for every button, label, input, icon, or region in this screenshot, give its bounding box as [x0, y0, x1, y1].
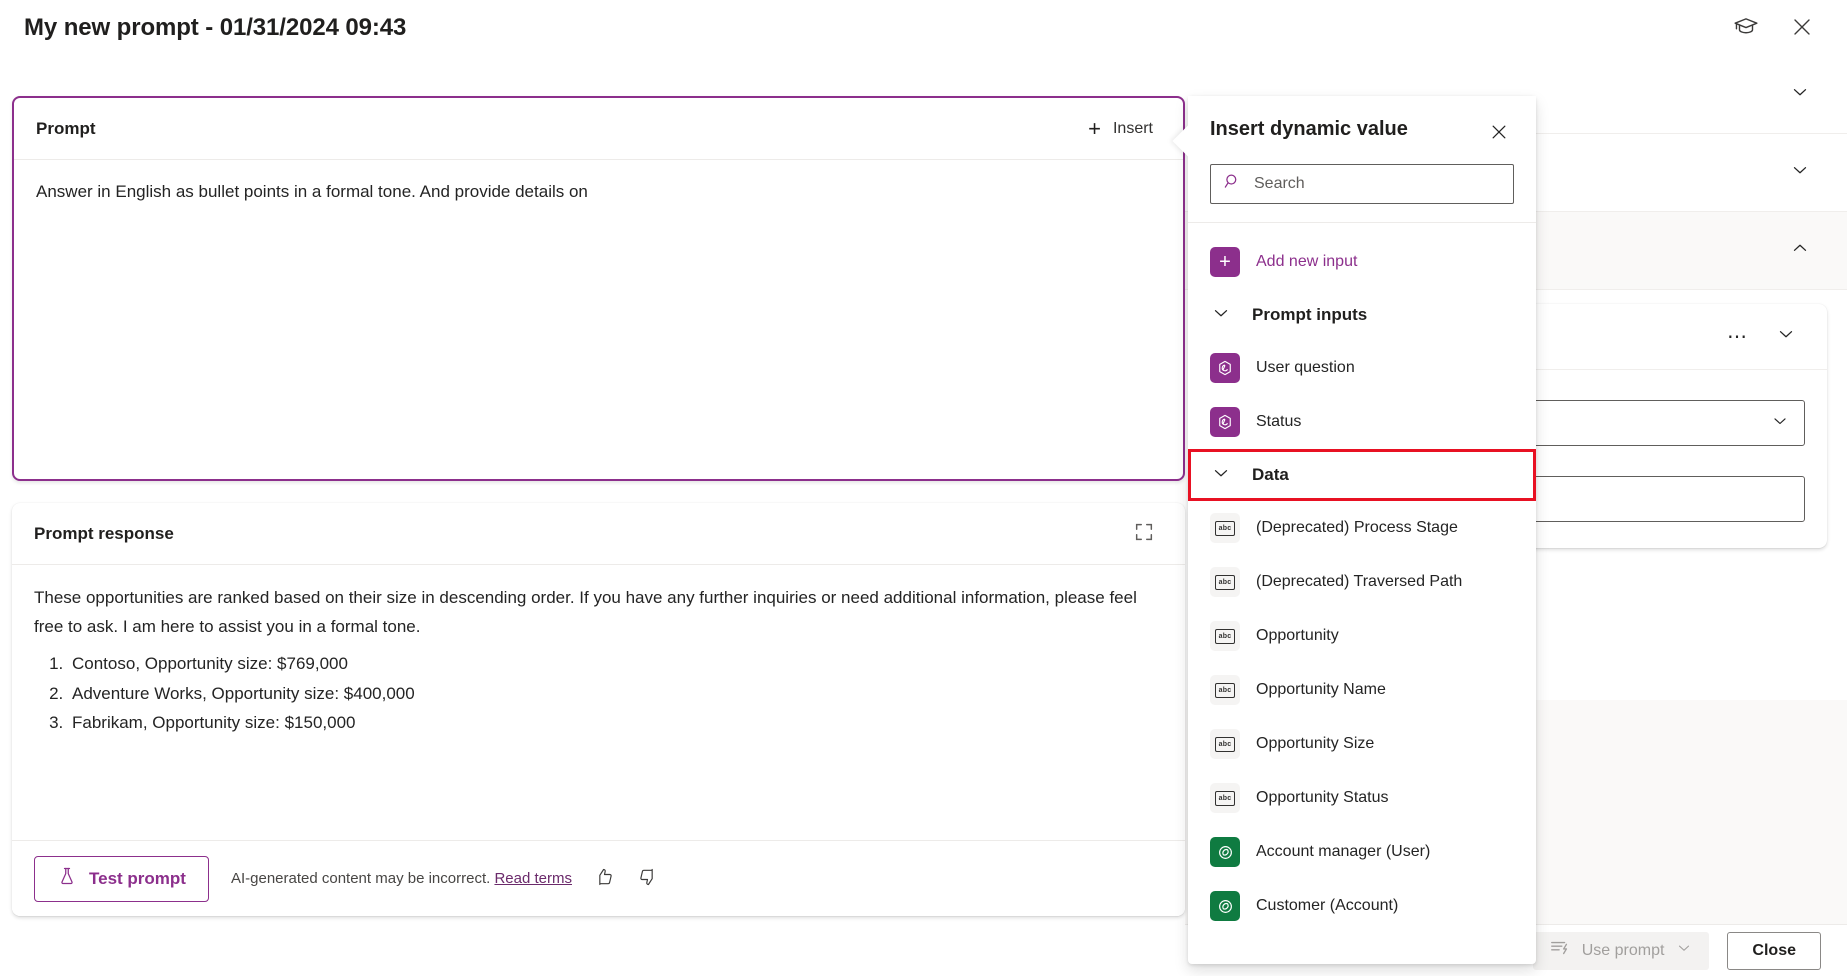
- group-header-data[interactable]: Data: [1188, 449, 1536, 501]
- flyout-search-wrap: [1210, 164, 1514, 204]
- title-bar-actions: [1727, 9, 1821, 47]
- chevron-down-icon[interactable]: [1775, 323, 1797, 350]
- list-item-opportunity-status[interactable]: abc Opportunity Status: [1188, 771, 1536, 825]
- search-input[interactable]: [1254, 175, 1501, 193]
- search-box[interactable]: [1210, 164, 1514, 204]
- prompt-response-body: These opportunities are ranked based on …: [12, 565, 1185, 737]
- list-item: Adventure Works, Opportunity size: $400,…: [68, 679, 1163, 708]
- add-new-input-label: Add new input: [1256, 253, 1358, 270]
- list-item: Fabrikam, Opportunity size: $150,000: [68, 708, 1163, 737]
- list-item-label: (Deprecated) Traversed Path: [1256, 573, 1463, 590]
- list-item-label: Account manager (User): [1256, 843, 1431, 860]
- prompt-card-header: Prompt + Insert: [14, 98, 1183, 160]
- chevron-down-icon: [1789, 159, 1811, 186]
- ai-disclaimer: AI-generated content may be incorrect. R…: [231, 870, 572, 887]
- thumbs-down-icon: [638, 867, 658, 890]
- response-list: Contoso, Opportunity size: $769,000 Adve…: [68, 649, 1163, 737]
- flyout-close-button[interactable]: [1484, 118, 1514, 148]
- add-new-input-row[interactable]: + Add new input: [1188, 235, 1536, 289]
- text-abc-icon: abc: [1210, 621, 1240, 651]
- text-abc-icon: abc: [1210, 513, 1240, 543]
- thumbs-up-icon: [594, 867, 614, 890]
- close-icon: [1489, 122, 1509, 145]
- use-prompt-button[interactable]: Use prompt: [1532, 931, 1710, 970]
- ellipsis-icon[interactable]: ⋯: [1727, 327, 1749, 347]
- group-header-prompt-inputs[interactable]: Prompt inputs: [1188, 289, 1536, 341]
- flyout-title: Insert dynamic value: [1210, 118, 1408, 140]
- list-item-label: Opportunity Status: [1256, 789, 1389, 806]
- learn-button[interactable]: [1727, 9, 1765, 47]
- chevron-down-icon: [1210, 302, 1232, 329]
- list-item-label: Customer (Account): [1256, 897, 1399, 914]
- text-abc-icon: abc: [1210, 783, 1240, 813]
- prompt-textarea[interactable]: Answer in English as bullet points in a …: [14, 160, 1183, 225]
- page-title: My new prompt - 01/31/2024 09:43: [24, 14, 407, 41]
- insert-prompt-icon: [1549, 937, 1571, 964]
- thumbs-down-button[interactable]: [634, 865, 662, 893]
- list-item-account-manager-user[interactable]: Account manager (User): [1188, 825, 1536, 879]
- insert-dynamic-value-button[interactable]: + Insert: [1080, 112, 1161, 146]
- ai-disclaimer-text: AI-generated content may be incorrect.: [230, 870, 491, 887]
- chevron-down-icon: [1675, 939, 1693, 962]
- copilot-hexagon-icon: [1210, 407, 1240, 437]
- list-item-deprecated-traversed-path[interactable]: abc (Deprecated) Traversed Path: [1188, 555, 1536, 609]
- close-icon: [1790, 15, 1814, 42]
- list-item-label: Opportunity Name: [1256, 681, 1386, 698]
- close-button[interactable]: Close: [1727, 931, 1821, 970]
- use-prompt-label: Use prompt: [1581, 941, 1665, 959]
- chevron-down-icon: [1789, 81, 1811, 108]
- chevron-down-icon: [1210, 462, 1232, 489]
- prompt-card-title: Prompt: [36, 118, 96, 138]
- list-item-label: Opportunity: [1256, 627, 1339, 644]
- list-item-customer-account[interactable]: Customer (Account): [1188, 879, 1536, 933]
- prompt-response-card: Prompt response These opportunities are …: [12, 503, 1185, 916]
- title-bar: My new prompt - 01/31/2024 09:43: [0, 0, 1847, 56]
- list-item-status[interactable]: Status: [1188, 395, 1536, 449]
- chevron-up-icon: [1789, 237, 1811, 264]
- group-label: Data: [1252, 465, 1289, 484]
- close-window-button[interactable]: [1783, 9, 1821, 47]
- test-prompt-label: Test prompt: [89, 868, 186, 888]
- expand-icon: [1133, 521, 1155, 546]
- lookup-swirl-icon: [1210, 837, 1240, 867]
- list-item-opportunity-name[interactable]: abc Opportunity Name: [1188, 663, 1536, 717]
- text-abc-icon: abc: [1210, 567, 1240, 597]
- prompt-response-header: Prompt response: [12, 503, 1185, 565]
- text-abc-icon: abc: [1210, 729, 1240, 759]
- response-paragraph: These opportunities are ranked based on …: [34, 588, 1137, 637]
- prompt-response-title: Prompt response: [34, 523, 174, 543]
- list-item-label: Status: [1256, 413, 1302, 430]
- list-item-user-question[interactable]: User question: [1188, 341, 1536, 395]
- list-item-label: Opportunity Size: [1256, 735, 1375, 752]
- list-item-opportunity[interactable]: abc Opportunity: [1188, 609, 1536, 663]
- prompt-editor-column: Prompt + Insert Answer in English as bul…: [12, 96, 1185, 916]
- insert-dynamic-value-flyout: Insert dynamic value Search + Add new in…: [1172, 96, 1536, 964]
- lookup-swirl-icon: [1210, 891, 1240, 921]
- flyout-header: Insert dynamic value: [1188, 96, 1536, 222]
- list-item-deprecated-process-stage[interactable]: abc (Deprecated) Process Stage: [1188, 501, 1536, 555]
- feedback-buttons: [590, 865, 662, 893]
- text-abc-icon: abc: [1210, 675, 1240, 705]
- group-label: Prompt inputs: [1252, 305, 1368, 324]
- list-item-opportunity-size[interactable]: abc Opportunity Size: [1188, 717, 1536, 771]
- chevron-down-icon: [1770, 411, 1790, 436]
- prompt-card: Prompt + Insert Answer in English as bul…: [12, 96, 1185, 481]
- dynamic-value-list: + Add new input Prompt inputs User quest…: [1188, 223, 1536, 964]
- copilot-hexagon-icon: [1210, 353, 1240, 383]
- thumbs-up-button[interactable]: [590, 865, 618, 893]
- search-icon: [1223, 172, 1242, 196]
- expand-response-button[interactable]: [1125, 515, 1163, 553]
- plus-icon: +: [1088, 115, 1101, 141]
- test-prompt-button[interactable]: Test prompt: [34, 855, 209, 902]
- list-item-label: User question: [1256, 359, 1355, 376]
- graduation-cap-icon: [1733, 14, 1759, 43]
- prompt-response-footer: Test prompt AI-generated content may be …: [12, 840, 1185, 916]
- plus-icon: +: [1210, 247, 1240, 277]
- list-item-label: (Deprecated) Process Stage: [1256, 519, 1458, 536]
- app-root: My new prompt - 01/31/2024 09:43 ⋯ Use p…: [0, 0, 1847, 976]
- insert-label: Insert: [1112, 119, 1153, 137]
- read-terms-link[interactable]: Read terms: [494, 870, 572, 887]
- flask-icon: [57, 866, 77, 891]
- list-item: Contoso, Opportunity size: $769,000: [68, 649, 1163, 678]
